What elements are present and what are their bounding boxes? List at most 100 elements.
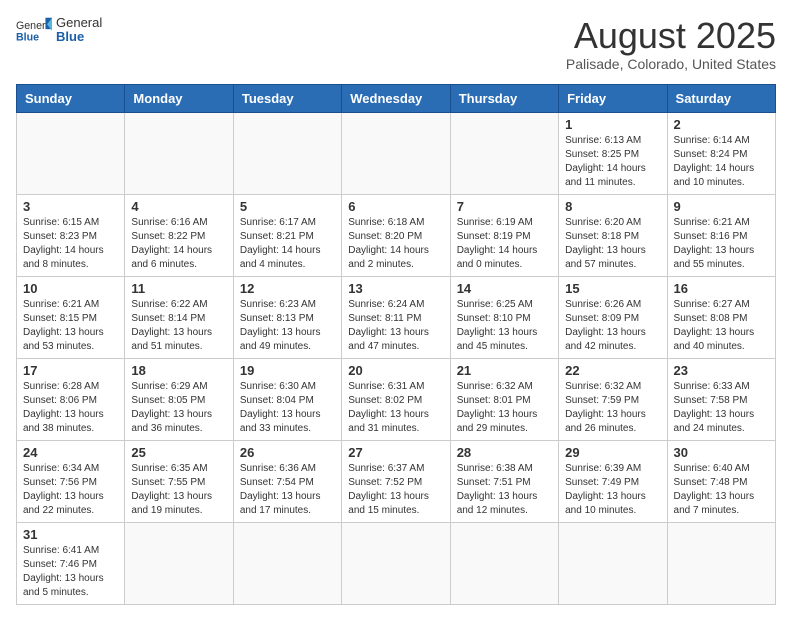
cell-info: Sunrise: 6:13 AM Sunset: 8:25 PM Dayligh… (565, 134, 660, 190)
calendar-day-header: Monday (125, 84, 233, 112)
calendar-cell (125, 112, 233, 194)
svg-text:Blue: Blue (16, 32, 39, 44)
date-number: 24 (23, 445, 118, 460)
calendar-day-header: Thursday (450, 84, 558, 112)
calendar-cell: 22 Sunrise: 6:32 AM Sunset: 7:59 PM Dayli… (559, 358, 667, 440)
date-number: 23 (674, 363, 769, 378)
date-number: 22 (565, 363, 660, 378)
calendar-header-row: SundayMondayTuesdayWednesdayThursdayFrid… (17, 84, 776, 112)
date-number: 20 (348, 363, 443, 378)
calendar-body: 1 Sunrise: 6:13 AM Sunset: 8:25 PM Daylig… (17, 112, 776, 604)
general-blue-logo-icon: General Blue (16, 16, 52, 44)
calendar-cell: 23 Sunrise: 6:33 AM Sunset: 7:58 PM Dayli… (667, 358, 775, 440)
date-number: 18 (131, 363, 226, 378)
date-number: 30 (674, 445, 769, 460)
cell-info: Sunrise: 6:21 AM Sunset: 8:15 PM Dayligh… (23, 298, 118, 354)
cell-info: Sunrise: 6:17 AM Sunset: 8:21 PM Dayligh… (240, 216, 335, 272)
date-number: 7 (457, 199, 552, 214)
date-number: 13 (348, 281, 443, 296)
header: General Blue General Blue August 2025 Pa… (16, 16, 776, 72)
cell-info: Sunrise: 6:19 AM Sunset: 8:19 PM Dayligh… (457, 216, 552, 272)
date-number: 15 (565, 281, 660, 296)
date-number: 8 (565, 199, 660, 214)
calendar-cell (342, 112, 450, 194)
cell-info: Sunrise: 6:29 AM Sunset: 8:05 PM Dayligh… (131, 380, 226, 436)
cell-info: Sunrise: 6:24 AM Sunset: 8:11 PM Dayligh… (348, 298, 443, 354)
cell-info: Sunrise: 6:14 AM Sunset: 8:24 PM Dayligh… (674, 134, 769, 190)
calendar-week-row: 3 Sunrise: 6:15 AM Sunset: 8:23 PM Daylig… (17, 194, 776, 276)
cell-info: Sunrise: 6:36 AM Sunset: 7:54 PM Dayligh… (240, 462, 335, 518)
calendar-day-header: Tuesday (233, 84, 341, 112)
calendar-day-header: Saturday (667, 84, 775, 112)
calendar-cell: 9 Sunrise: 6:21 AM Sunset: 8:16 PM Daylig… (667, 194, 775, 276)
date-number: 11 (131, 281, 226, 296)
cell-info: Sunrise: 6:28 AM Sunset: 8:06 PM Dayligh… (23, 380, 118, 436)
calendar-cell: 24 Sunrise: 6:34 AM Sunset: 7:56 PM Dayli… (17, 440, 125, 522)
date-number: 6 (348, 199, 443, 214)
calendar-day-header: Friday (559, 84, 667, 112)
calendar-cell: 31Sunrise: 6:41 AM Sunset: 7:46 PM Dayli… (17, 522, 125, 604)
date-number: 3 (23, 199, 118, 214)
date-number: 5 (240, 199, 335, 214)
calendar-cell (17, 112, 125, 194)
date-number: 29 (565, 445, 660, 460)
calendar-cell: 19Sunrise: 6:30 AM Sunset: 8:04 PM Dayli… (233, 358, 341, 440)
cell-info: Sunrise: 6:25 AM Sunset: 8:10 PM Dayligh… (457, 298, 552, 354)
cell-info: Sunrise: 6:33 AM Sunset: 7:58 PM Dayligh… (674, 380, 769, 436)
calendar-cell: 6 Sunrise: 6:18 AM Sunset: 8:20 PM Daylig… (342, 194, 450, 276)
calendar-cell: 7 Sunrise: 6:19 AM Sunset: 8:19 PM Daylig… (450, 194, 558, 276)
cell-info: Sunrise: 6:27 AM Sunset: 8:08 PM Dayligh… (674, 298, 769, 354)
date-number: 9 (674, 199, 769, 214)
calendar-cell: 28Sunrise: 6:38 AM Sunset: 7:51 PM Dayli… (450, 440, 558, 522)
cell-info: Sunrise: 6:39 AM Sunset: 7:49 PM Dayligh… (565, 462, 660, 518)
cell-info: Sunrise: 6:35 AM Sunset: 7:55 PM Dayligh… (131, 462, 226, 518)
calendar-week-row: 24 Sunrise: 6:34 AM Sunset: 7:56 PM Dayli… (17, 440, 776, 522)
title-area: August 2025 Palisade, Colorado, United S… (566, 16, 776, 72)
calendar-cell (559, 522, 667, 604)
date-number: 16 (674, 281, 769, 296)
calendar-day-header: Wednesday (342, 84, 450, 112)
calendar-cell: 5 Sunrise: 6:17 AM Sunset: 8:21 PM Daylig… (233, 194, 341, 276)
calendar-cell: 17 Sunrise: 6:28 AM Sunset: 8:06 PM Dayli… (17, 358, 125, 440)
logo: General Blue General Blue (16, 16, 102, 45)
date-number: 21 (457, 363, 552, 378)
date-number: 28 (457, 445, 552, 460)
calendar-cell: 8Sunrise: 6:20 AM Sunset: 8:18 PM Daylig… (559, 194, 667, 276)
calendar-cell: 20 Sunrise: 6:31 AM Sunset: 8:02 PM Dayli… (342, 358, 450, 440)
cell-info: Sunrise: 6:30 AM Sunset: 8:04 PM Dayligh… (240, 380, 335, 436)
calendar-cell: 11Sunrise: 6:22 AM Sunset: 8:14 PM Dayli… (125, 276, 233, 358)
calendar-cell: 25Sunrise: 6:35 AM Sunset: 7:55 PM Dayli… (125, 440, 233, 522)
calendar-cell (125, 522, 233, 604)
cell-info: Sunrise: 6:15 AM Sunset: 8:23 PM Dayligh… (23, 216, 118, 272)
cell-info: Sunrise: 6:26 AM Sunset: 8:09 PM Dayligh… (565, 298, 660, 354)
date-number: 1 (565, 117, 660, 132)
date-number: 4 (131, 199, 226, 214)
calendar-week-row: 10Sunrise: 6:21 AM Sunset: 8:15 PM Dayli… (17, 276, 776, 358)
cell-info: Sunrise: 6:18 AM Sunset: 8:20 PM Dayligh… (348, 216, 443, 272)
cell-info: Sunrise: 6:21 AM Sunset: 8:16 PM Dayligh… (674, 216, 769, 272)
date-number: 2 (674, 117, 769, 132)
calendar-cell (342, 522, 450, 604)
calendar-cell (233, 522, 341, 604)
calendar-week-row: 31Sunrise: 6:41 AM Sunset: 7:46 PM Dayli… (17, 522, 776, 604)
cell-info: Sunrise: 6:23 AM Sunset: 8:13 PM Dayligh… (240, 298, 335, 354)
calendar-cell: 4Sunrise: 6:16 AM Sunset: 8:22 PM Daylig… (125, 194, 233, 276)
calendar-cell: 29 Sunrise: 6:39 AM Sunset: 7:49 PM Dayli… (559, 440, 667, 522)
calendar-cell: 13 Sunrise: 6:24 AM Sunset: 8:11 PM Dayli… (342, 276, 450, 358)
calendar-cell: 16 Sunrise: 6:27 AM Sunset: 8:08 PM Dayli… (667, 276, 775, 358)
calendar-cell: 30Sunrise: 6:40 AM Sunset: 7:48 PM Dayli… (667, 440, 775, 522)
calendar-cell: 15 Sunrise: 6:26 AM Sunset: 8:09 PM Dayli… (559, 276, 667, 358)
cell-info: Sunrise: 6:31 AM Sunset: 8:02 PM Dayligh… (348, 380, 443, 436)
calendar-cell: 2 Sunrise: 6:14 AM Sunset: 8:24 PM Daylig… (667, 112, 775, 194)
cell-info: Sunrise: 6:34 AM Sunset: 7:56 PM Dayligh… (23, 462, 118, 518)
location-subtitle: Palisade, Colorado, United States (566, 56, 776, 72)
date-number: 17 (23, 363, 118, 378)
calendar-cell: 3 Sunrise: 6:15 AM Sunset: 8:23 PM Daylig… (17, 194, 125, 276)
date-number: 12 (240, 281, 335, 296)
calendar-cell: 1 Sunrise: 6:13 AM Sunset: 8:25 PM Daylig… (559, 112, 667, 194)
cell-info: Sunrise: 6:37 AM Sunset: 7:52 PM Dayligh… (348, 462, 443, 518)
cell-info: Sunrise: 6:32 AM Sunset: 7:59 PM Dayligh… (565, 380, 660, 436)
calendar-week-row: 17 Sunrise: 6:28 AM Sunset: 8:06 PM Dayli… (17, 358, 776, 440)
date-number: 14 (457, 281, 552, 296)
calendar-cell (233, 112, 341, 194)
